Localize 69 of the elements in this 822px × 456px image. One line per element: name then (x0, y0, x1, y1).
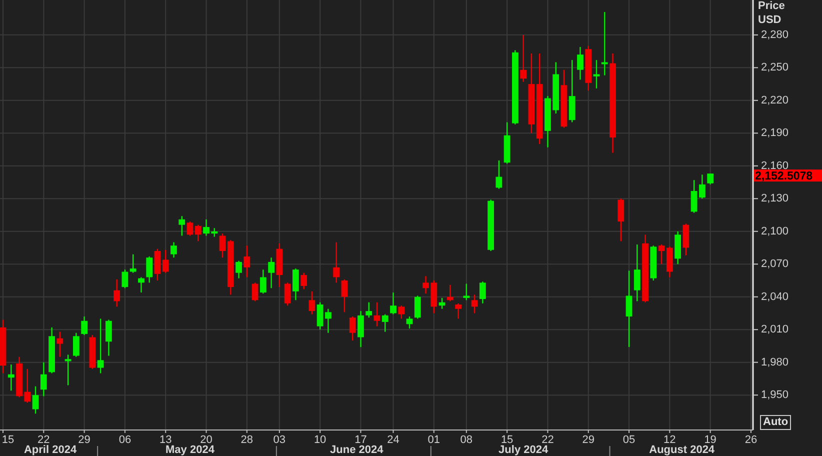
y-axis-label: 2,010 (761, 324, 789, 336)
x-axis-label: 26 (744, 434, 758, 446)
candlestick (300, 272, 308, 290)
x-axis-label: 22 (542, 434, 554, 446)
y-axis-label: 2,100 (761, 225, 789, 238)
x-axis-label: 10 (314, 434, 326, 446)
x-axis-label: 22 (38, 434, 50, 446)
candlestick (268, 258, 274, 288)
x-axis-label: 28 (240, 434, 254, 446)
candlestick (488, 200, 494, 252)
candlestick (325, 308, 332, 333)
x-axis-label: 01 (428, 434, 440, 446)
y-axis-label: 1,980 (761, 356, 789, 368)
x-axis-label: 24 (387, 434, 400, 446)
x-axis-label: 15 (500, 434, 514, 446)
candlestick (618, 198, 624, 242)
candlestick (707, 174, 714, 184)
candlestick (138, 277, 144, 292)
x-axis-label: 20 (200, 434, 212, 446)
candlestick (390, 292, 396, 314)
candlestick (544, 96, 551, 148)
candlestick (682, 224, 690, 256)
candlestick (203, 219, 210, 236)
candlestick (690, 180, 698, 213)
y-axis-label: 2,280 (761, 28, 789, 41)
month-label: June 2024 (330, 444, 384, 456)
candlestick (81, 316, 88, 336)
month-label: April 2024 (24, 444, 77, 456)
x-axis-label: 15 (2, 434, 14, 446)
candlestick (48, 327, 55, 374)
x-axis-label: 06 (118, 434, 132, 446)
month-label: May 2024 (166, 444, 214, 456)
y-axis-label: 2,220 (761, 94, 789, 106)
candlestick (642, 234, 648, 302)
y-axis-label: 2,130 (761, 192, 789, 205)
axis-header: Price (758, 0, 785, 12)
candlestick (455, 303, 462, 319)
x-axis-label: 17 (354, 434, 367, 446)
x-axis-label: 05 (622, 434, 636, 446)
x-axis-label: 03 (273, 434, 286, 446)
candlestick (170, 242, 177, 258)
x-axis-label: 19 (704, 434, 716, 446)
month-label: July 2024 (498, 444, 548, 456)
y-axis-label: 2,250 (761, 62, 789, 74)
candlestick (292, 268, 299, 300)
y-axis-label: 2,040 (761, 290, 789, 303)
x-axis-label: 29 (78, 434, 90, 446)
candlestick (349, 316, 356, 340)
candlestick (16, 356, 22, 398)
candlestick (244, 246, 250, 278)
candlestick (699, 174, 706, 199)
candlestick (577, 46, 584, 80)
candlestick (236, 260, 242, 278)
y-axis-label: 2,190 (761, 127, 789, 140)
last-price-label: 2,152.5078 (754, 170, 822, 183)
month-label: August 2024 (649, 444, 715, 456)
candlestick (674, 231, 681, 264)
candlestick (422, 276, 429, 294)
x-axis-label: 08 (460, 434, 473, 446)
x-axis-label: 29 (582, 434, 594, 446)
y-axis-label: 2,160 (761, 160, 789, 172)
candlestick (358, 311, 364, 348)
candlestick (106, 320, 112, 356)
y-axis-label: 2,070 (761, 258, 789, 270)
x-axis-label: 13 (159, 434, 172, 446)
axis-header: USD (758, 14, 782, 26)
x-axis-label: 12 (664, 434, 676, 446)
y-axis-label: 1,950 (761, 389, 789, 402)
auto-scale-button[interactable]: Auto (760, 415, 792, 430)
